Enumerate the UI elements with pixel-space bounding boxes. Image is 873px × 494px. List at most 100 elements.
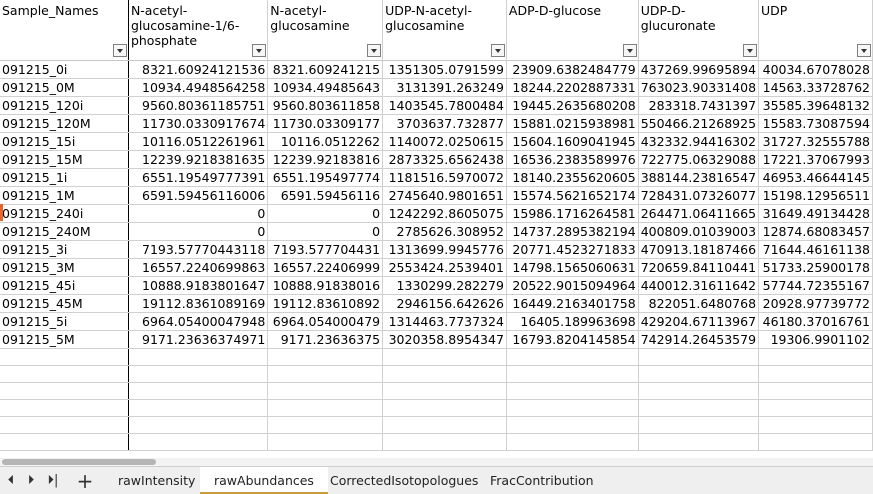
column-header[interactable]: UDP-D-glucuronate (638, 0, 760, 61)
value-cell[interactable]: 10116.0512261961 (128, 132, 269, 151)
empty-cell[interactable] (506, 416, 639, 434)
value-cell[interactable]: 2745640.9801651 (382, 186, 507, 205)
empty-cell[interactable] (382, 399, 507, 417)
empty-cell[interactable] (506, 365, 639, 383)
value-cell[interactable]: 2553424.2539401 (382, 258, 507, 277)
value-cell[interactable]: 14563.33728762 (758, 78, 873, 97)
empty-cell[interactable] (128, 399, 269, 417)
value-cell[interactable]: 722775.06329088 (638, 150, 760, 169)
empty-cell[interactable] (0, 365, 129, 383)
value-cell[interactable]: 2946156.642626 (382, 294, 507, 313)
value-cell[interactable]: 19306.9901102 (758, 330, 873, 349)
empty-cell[interactable] (638, 365, 760, 383)
value-cell[interactable]: 57744.72355167 (758, 276, 873, 295)
empty-cell[interactable] (506, 399, 639, 417)
autofilter-dropdown-icon[interactable] (367, 43, 382, 57)
empty-cell[interactable] (0, 433, 129, 451)
sheet-tab-rawintensity[interactable]: rawIntensity (104, 467, 209, 494)
sample-name-cell[interactable]: 091215_45i (0, 276, 129, 295)
sheet-tab-fraccontribution[interactable]: FracContribution (476, 467, 608, 494)
empty-cell[interactable] (506, 382, 639, 400)
value-cell[interactable]: 15604.1609041945 (506, 132, 639, 151)
value-cell[interactable]: 10934.4948564258 (128, 78, 269, 97)
value-cell[interactable]: 16557.2240699863 (128, 258, 269, 277)
autofilter-dropdown-icon[interactable] (743, 43, 758, 57)
empty-cell[interactable] (506, 348, 639, 366)
value-cell[interactable]: 6964.05400047948 (128, 312, 269, 331)
empty-cell[interactable] (506, 433, 639, 451)
value-cell[interactable]: 6551.19549777391 (128, 168, 269, 187)
empty-cell[interactable] (382, 365, 507, 383)
sample-name-cell[interactable]: 091215_3M (0, 258, 129, 277)
value-cell[interactable]: 6591.59456116006 (128, 186, 269, 205)
empty-cell[interactable] (267, 433, 384, 451)
empty-cell[interactable] (267, 399, 384, 417)
value-cell[interactable]: 35585.39648132 (758, 96, 873, 115)
value-cell[interactable]: 1330299.282279 (382, 276, 507, 295)
empty-cell[interactable] (638, 399, 760, 417)
empty-cell[interactable] (638, 433, 760, 451)
value-cell[interactable]: 1403545.7800484 (382, 96, 507, 115)
value-cell[interactable]: 12239.92183816 (267, 150, 384, 169)
value-cell[interactable]: 9560.80361185751 (128, 96, 269, 115)
sample-name-cell[interactable]: 091215_5M (0, 330, 129, 349)
value-cell[interactable]: 40034.67078028 (758, 60, 873, 79)
sample-name-cell[interactable]: 091215_1i (0, 168, 129, 187)
value-cell[interactable]: 3020358.8954347 (382, 330, 507, 349)
column-header[interactable]: UDP-N-acetyl-glucosamine (382, 0, 507, 61)
value-cell[interactable]: 1242292.8605075 (382, 204, 507, 223)
add-sheet-button[interactable]: + (76, 471, 94, 491)
value-cell[interactable]: 400809.01039003 (638, 222, 760, 241)
value-cell[interactable]: 550466.21268925 (638, 114, 760, 133)
autofilter-dropdown-icon[interactable] (622, 43, 637, 57)
value-cell[interactable]: 51733.25900178 (758, 258, 873, 277)
empty-cell[interactable] (0, 348, 129, 366)
value-cell[interactable]: 264471.06411665 (638, 204, 760, 223)
value-cell[interactable]: 16793.8204145854 (506, 330, 639, 349)
sample-name-cell[interactable]: 091215_5i (0, 312, 129, 331)
empty-cell[interactable] (758, 365, 873, 383)
value-cell[interactable]: 728431.07326077 (638, 186, 760, 205)
sample-name-cell[interactable]: 091215_120i (0, 96, 129, 115)
value-cell[interactable]: 9171.23636375 (267, 330, 384, 349)
spreadsheet-grid[interactable]: Sample_Names N-acetyl-glucosamine-1/6-pho… (0, 0, 873, 458)
autofilter-dropdown-icon[interactable] (252, 43, 267, 57)
value-cell[interactable]: 14798.1565060631 (506, 258, 639, 277)
value-cell[interactable]: 1351305.0791599 (382, 60, 507, 79)
value-cell[interactable]: 17221.37067993 (758, 150, 873, 169)
value-cell[interactable]: 440012.31611642 (638, 276, 760, 295)
empty-cell[interactable] (758, 348, 873, 366)
empty-cell[interactable] (267, 416, 384, 434)
empty-cell[interactable] (128, 365, 269, 383)
empty-cell[interactable] (382, 348, 507, 366)
value-cell[interactable]: 46953.46644145 (758, 168, 873, 187)
value-cell[interactable]: 7193.57770443118 (128, 240, 269, 259)
empty-cell[interactable] (758, 433, 873, 451)
sample-name-cell[interactable]: 091215_15i (0, 132, 129, 151)
value-cell[interactable]: 20522.9015094964 (506, 276, 639, 295)
horizontal-scrollbar[interactable] (0, 458, 873, 466)
empty-cell[interactable] (382, 382, 507, 400)
value-cell[interactable]: 16405.189963698 (506, 312, 639, 331)
value-cell[interactable]: 20928.97739772 (758, 294, 873, 313)
value-cell[interactable]: 11730.0330917674 (128, 114, 269, 133)
empty-cell[interactable] (758, 416, 873, 434)
value-cell[interactable]: 46180.37016761 (758, 312, 873, 331)
value-cell[interactable]: 23909.6382484779 (506, 60, 639, 79)
value-cell[interactable]: 19112.83610892 (267, 294, 384, 313)
value-cell[interactable]: 470913.18187466 (638, 240, 760, 259)
value-cell[interactable]: 16536.2383589976 (506, 150, 639, 169)
value-cell[interactable]: 0 (128, 204, 269, 223)
value-cell[interactable]: 16449.2163401758 (506, 294, 639, 313)
column-header[interactable]: ADP-D-glucose (506, 0, 639, 61)
value-cell[interactable]: 283318.7431397 (638, 96, 760, 115)
value-cell[interactable]: 8321.609241215 (267, 60, 384, 79)
empty-cell[interactable] (0, 399, 129, 417)
value-cell[interactable]: 15881.0215938981 (506, 114, 639, 133)
value-cell[interactable]: 437269.99695894 (638, 60, 760, 79)
empty-cell[interactable] (638, 382, 760, 400)
value-cell[interactable]: 2873325.6562438 (382, 150, 507, 169)
empty-cell[interactable] (382, 416, 507, 434)
value-cell[interactable]: 12239.9218381635 (128, 150, 269, 169)
value-cell[interactable]: 10888.9183801647 (128, 276, 269, 295)
